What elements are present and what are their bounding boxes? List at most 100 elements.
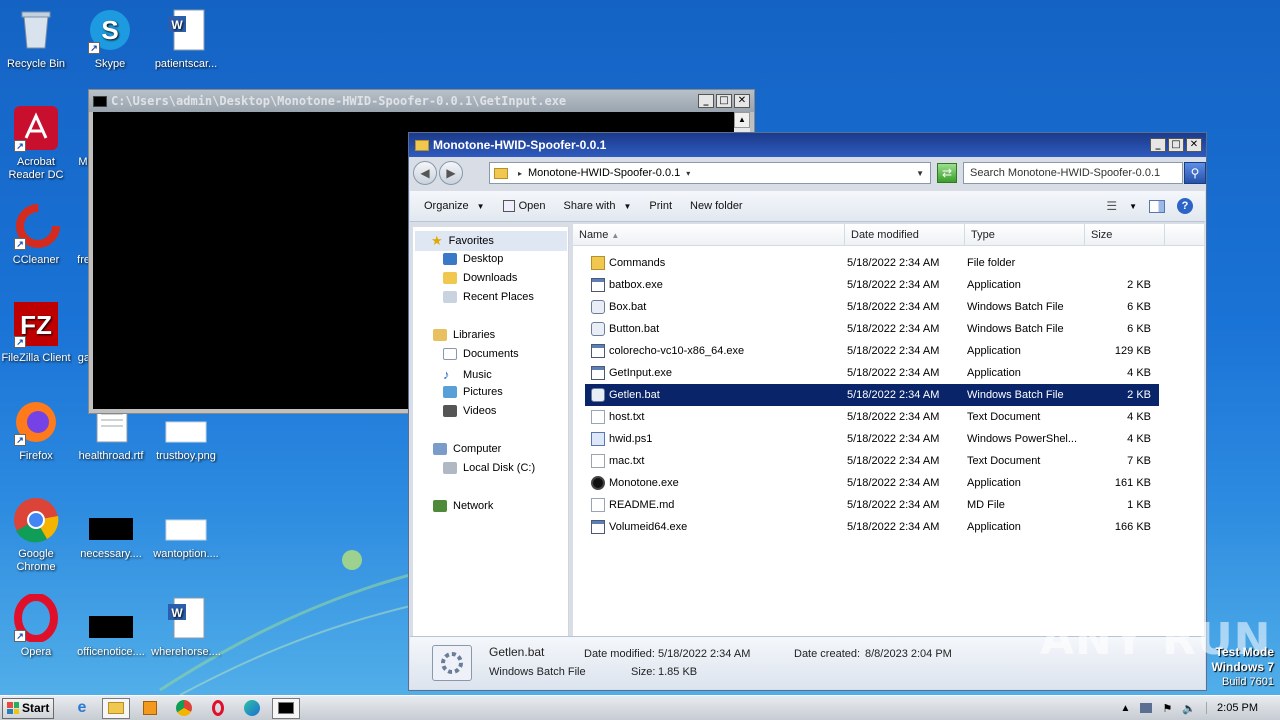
column-header-type[interactable]: Type	[965, 224, 1085, 245]
desktop-icon-skype[interactable]: S ↗ Skype	[74, 6, 146, 71]
close-button[interactable]: ✕	[734, 94, 750, 108]
file-row[interactable]: colorecho-vc10-x86_64.exe 5/18/2022 2:34 …	[585, 340, 1159, 362]
open-label: Open	[518, 200, 546, 212]
address-bar[interactable]: ▸ Monotone-HWID-Spoofer-0.0.1 ▾ ▼	[489, 162, 931, 184]
file-row[interactable]: host.txt 5/18/2022 2:34 AM Text Document 4 …	[585, 406, 1159, 428]
desktop-icon-wherehorse[interactable]: W wherehorse....	[150, 594, 222, 659]
start-button[interactable]: Start	[2, 697, 54, 719]
console-title-bar[interactable]: C:\Users\admin\Desktop\Monotone-HWID-Spo…	[89, 90, 754, 112]
breadcrumb-dropdown-icon[interactable]: ▾	[686, 169, 690, 178]
taskbar-chrome[interactable]	[170, 698, 198, 719]
file-row[interactable]: README.md 5/18/2022 2:34 AM MD File 1 KB	[585, 494, 1159, 516]
print-label: Print	[649, 200, 673, 212]
details-date-modified: 5/18/2022 2:34 AM	[658, 648, 751, 660]
desktop-icon-wantoption[interactable]: wantoption....	[150, 496, 222, 561]
file-date: 5/18/2022 2:34 AM	[847, 279, 940, 291]
file-row[interactable]: batbox.exe 5/18/2022 2:34 AM Application 2 …	[585, 274, 1159, 296]
taskbar-explorer[interactable]	[102, 697, 130, 719]
nav-recent-places[interactable]: Recent Places	[443, 291, 534, 303]
file-row[interactable]: mac.txt 5/18/2022 2:34 AM Text Document 7 K…	[585, 450, 1159, 472]
taskbar-ie[interactable]: e	[68, 698, 96, 719]
scroll-up-icon[interactable]: ▲	[734, 112, 750, 128]
desktop-icon-necessary[interactable]: necessary....	[75, 496, 147, 561]
desktop-icon-firefox[interactable]: ↗ Firefox	[0, 398, 72, 463]
explorer-title-bar[interactable]: Monotone-HWID-Spoofer-0.0.1 _ □ ✕	[409, 133, 1206, 157]
nav-videos[interactable]: Videos	[443, 405, 496, 417]
nav-favorites[interactable]: ★ Favorites	[415, 231, 567, 251]
desktop-icon-partial-mi[interactable]: Mi	[50, 104, 90, 169]
action-center-icon[interactable]: ⚑	[1162, 702, 1172, 715]
desktop-icon-label: officenotice....	[77, 646, 145, 658]
nav-libraries[interactable]: Libraries	[433, 329, 495, 341]
show-hidden-icons-icon[interactable]: ▲	[1121, 703, 1131, 714]
maximize-button[interactable]: □	[1168, 138, 1184, 152]
clock[interactable]: 2:05 PM	[1206, 702, 1272, 714]
taskbar-edge[interactable]	[238, 698, 266, 719]
column-header-date[interactable]: Date modified	[845, 224, 965, 245]
file-name-cell: GetInput.exe	[585, 366, 839, 380]
desktop-icon-partial-ga[interactable]: ga	[50, 300, 90, 365]
minimize-button[interactable]: _	[1150, 138, 1166, 152]
change-view-icon[interactable]: ☰	[1106, 199, 1117, 213]
minimize-button[interactable]: _	[698, 94, 714, 108]
search-icon[interactable]: ⚲	[1184, 162, 1206, 184]
view-dropdown-icon[interactable]: ▼	[1129, 202, 1137, 211]
column-header-size[interactable]: Size	[1085, 224, 1165, 245]
organize-button[interactable]: Organize ▼	[424, 200, 485, 212]
column-header-name[interactable]: Name ▲	[573, 224, 845, 245]
desktop-icon-recycle-bin[interactable]: Recycle Bin	[0, 6, 72, 71]
navigation-pane: ★ Favorites Desktop Downloads Recent Pla…	[413, 227, 569, 636]
print-button[interactable]: Print	[649, 200, 672, 212]
network-tray-icon[interactable]	[1140, 703, 1153, 713]
nav-network[interactable]: Network	[433, 500, 493, 512]
shortcut-arrow-icon: ↗	[88, 42, 100, 54]
nav-downloads[interactable]: Downloads	[443, 272, 517, 284]
breadcrumb-arrow-icon[interactable]: ▸	[518, 169, 522, 178]
nav-desktop[interactable]: Desktop	[443, 253, 503, 265]
desktop-icon-opera[interactable]: ↗ Opera	[0, 593, 72, 659]
share-with-button[interactable]: Share with ▼	[563, 200, 631, 212]
taskbar-media-player[interactable]	[136, 698, 164, 719]
file-row[interactable]: hwid.ps1 5/18/2022 2:34 AM Windows PowerSh…	[585, 428, 1159, 450]
desktop-icon-partial-fre[interactable]: fre	[50, 202, 90, 267]
file-size: 1 KB	[1127, 499, 1151, 511]
refresh-button[interactable]: ⇄	[937, 163, 957, 183]
preview-pane-icon[interactable]	[1149, 199, 1165, 213]
desktop-icon-patientscar[interactable]: W patientscar...	[150, 6, 222, 71]
nav-pictures[interactable]: Pictures	[443, 386, 503, 398]
nav-label: Pictures	[463, 386, 503, 398]
file-row[interactable]: Commands 5/18/2022 2:34 AM File folder	[585, 252, 1159, 274]
desktop-icon-officenotice[interactable]: officenotice....	[75, 594, 147, 659]
open-button[interactable]: Open	[502, 200, 546, 212]
nav-music[interactable]: ♪ Music	[443, 367, 492, 382]
file-row[interactable]: Volumeid64.exe 5/18/2022 2:34 AM Applicati…	[585, 516, 1159, 538]
search-input[interactable]: Search Monotone-HWID-Spoofer-0.0.1 ⚲	[963, 162, 1206, 184]
new-folder-button[interactable]: New folder	[690, 200, 743, 212]
explorer-window[interactable]: Monotone-HWID-Spoofer-0.0.1 _ □ ✕ ◀ ▶ ▸ …	[408, 132, 1207, 691]
nav-local-disk[interactable]: Local Disk (C:)	[443, 462, 535, 474]
desktop-icon-chrome[interactable]: Google Chrome	[0, 496, 72, 574]
close-button[interactable]: ✕	[1186, 138, 1202, 152]
volume-icon[interactable]: 🔈	[1182, 702, 1196, 715]
file-row[interactable]: GetInput.exe 5/18/2022 2:34 AM Application…	[585, 362, 1159, 384]
file-row[interactable]: Box.bat 5/18/2022 2:34 AM Windows Batch Fi…	[585, 296, 1159, 318]
nav-computer[interactable]: Computer	[433, 443, 501, 455]
back-button[interactable]: ◀	[413, 161, 437, 185]
taskbar-console[interactable]	[272, 697, 300, 719]
column-label: Name	[579, 229, 609, 241]
maximize-button[interactable]: □	[716, 94, 732, 108]
column-label: Size	[1091, 229, 1113, 241]
file-date: 5/18/2022 2:34 AM	[847, 367, 940, 379]
windows-logo-icon	[7, 702, 19, 714]
file-row[interactable]: Getlen.bat 5/18/2022 2:34 AM Windows Batch…	[585, 384, 1159, 406]
file-row[interactable]: Monotone.exe 5/18/2022 2:34 AM Application…	[585, 472, 1159, 494]
file-date: 5/18/2022 2:34 AM	[847, 257, 940, 269]
address-history-dropdown-icon[interactable]: ▼	[916, 169, 924, 178]
taskbar-opera[interactable]	[204, 698, 232, 719]
forward-button[interactable]: ▶	[439, 161, 463, 185]
file-type: Application	[967, 367, 1021, 379]
file-list-pane[interactable]: Name ▲ Date modified Type Size Commands 5…	[573, 224, 1204, 636]
nav-documents[interactable]: Documents	[443, 348, 519, 360]
file-row[interactable]: Button.bat 5/18/2022 2:34 AM Windows Batch…	[585, 318, 1159, 340]
help-icon[interactable]: ?	[1177, 198, 1193, 214]
